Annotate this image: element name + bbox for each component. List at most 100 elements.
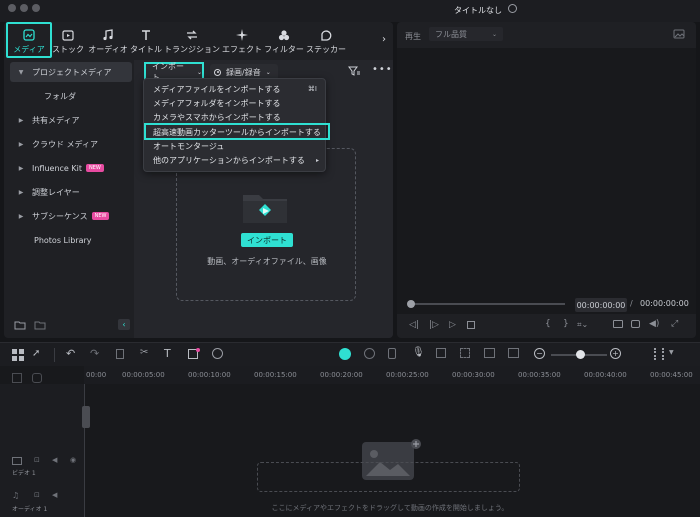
audio-track-icon: ♫ xyxy=(12,491,20,500)
expand-caret-icon: ▶ xyxy=(18,212,24,220)
record-icon xyxy=(214,68,221,76)
menu-item-import-media-folder[interactable]: メディアフォルダをインポートする xyxy=(144,96,325,110)
audio-mix-icon[interactable] xyxy=(436,348,446,358)
sidebar-item-adjustment-layer[interactable]: ▶ 調整レイヤー xyxy=(10,182,132,202)
sidebar-item-label: サブシーケンス xyxy=(32,211,88,221)
undo-icon[interactable]: ↶ xyxy=(66,347,75,360)
timeline-toolbar: ➚ ↶ ↷ ✂ T 🎙 − + ▼ xyxy=(0,342,700,366)
document-title: タイトルなし xyxy=(454,6,502,15)
sidebar-item-project-media[interactable]: ▼ プロジェクトメディア xyxy=(10,62,132,82)
menu-item-highlight xyxy=(144,123,330,140)
mark-out-icon[interactable]: } xyxy=(563,319,569,329)
shield-icon[interactable] xyxy=(388,348,396,359)
menu-item-import-media-files[interactable]: メディアファイルをインポートする ⌘I xyxy=(144,82,325,96)
timeline-ruler[interactable]: 00:00 00:00:05:00 00:00:10:00 00:00:15:0… xyxy=(84,366,700,384)
close-window-button[interactable] xyxy=(8,4,16,12)
tab-effects[interactable]: エフェクト xyxy=(222,26,262,58)
select-pointer-icon[interactable]: ➚ xyxy=(32,348,40,359)
playhead[interactable] xyxy=(84,384,85,517)
snapshot-icon[interactable] xyxy=(673,29,685,39)
cut-scissors-icon[interactable]: ✂ xyxy=(140,347,148,358)
pip-icon[interactable] xyxy=(484,348,495,358)
preview-viewer[interactable] xyxy=(397,48,696,314)
sidebar-item-label: 共有メディア xyxy=(32,115,80,125)
add-track-icon[interactable] xyxy=(12,373,22,383)
play-back-icon[interactable]: |▷ xyxy=(429,320,439,330)
tab-stickers-label: ステッカー xyxy=(306,45,346,54)
tab-transitions-label: トランジション xyxy=(164,45,220,54)
quality-dropdown[interactable]: フル品質 ⌄ xyxy=(429,27,503,41)
ai-effect-icon[interactable] xyxy=(460,348,470,358)
text-tool-icon[interactable]: T xyxy=(164,347,171,360)
preview-scrubber-track[interactable] xyxy=(411,303,565,305)
timeline-hint: ここにメディアやエフェクトをドラッグして動画の作成を開始しましょう。 xyxy=(271,504,509,512)
zoom-in-icon[interactable]: + xyxy=(610,348,621,359)
mute-icon[interactable]: ◀ xyxy=(52,491,57,499)
more-options-icon[interactable]: ••• xyxy=(372,64,393,75)
camera-snapshot-icon[interactable] xyxy=(631,320,640,328)
sidebar-item-label: 調整レイヤー xyxy=(32,187,80,197)
menu-item-import-from-other-apps[interactable]: 他のアプリケーションからインポートする ▸ xyxy=(144,153,325,167)
minimize-window-button[interactable] xyxy=(20,4,28,12)
tab-stickers[interactable]: ステッカー xyxy=(306,26,346,58)
drop-zone-caption: 動画、オーディオファイル、画像 xyxy=(207,257,327,266)
ai-assistant-icon[interactable] xyxy=(339,348,351,360)
sidebar-item-photos-library[interactable]: Photos Library xyxy=(10,230,132,250)
sidebar-item-cloud-media[interactable]: ▶ クラウド メディア xyxy=(10,134,132,154)
playback-render-icon[interactable] xyxy=(364,348,375,359)
filter-sort-icon[interactable] xyxy=(348,66,360,76)
microphone-icon[interactable]: 🎙 xyxy=(412,347,425,358)
link-icon[interactable] xyxy=(32,373,42,383)
lock-icon[interactable]: ⊡ xyxy=(34,491,40,499)
sidebar-item-shared-media[interactable]: ▶ 共有メディア xyxy=(10,110,132,130)
fullscreen-icon[interactable]: ⤢ xyxy=(671,319,678,329)
menu-item-auto-montage[interactable]: オートモンタージュ xyxy=(144,139,325,153)
layout-grid-icon[interactable] xyxy=(12,349,24,361)
tabs-scroll-right-icon[interactable]: › xyxy=(382,34,386,45)
volume-icon[interactable]: ◀) xyxy=(649,319,659,329)
preview-scrubber-handle[interactable] xyxy=(407,300,415,308)
delete-trash-icon[interactable] xyxy=(116,349,124,359)
collapse-sidebar-button[interactable]: ‹ xyxy=(118,319,130,330)
playhead-handle[interactable] xyxy=(82,406,90,428)
tab-stock[interactable]: ストック xyxy=(51,26,85,58)
tab-audio[interactable]: オーディオ xyxy=(88,26,128,58)
drop-import-button[interactable]: インポート xyxy=(241,233,293,247)
chevron-down-icon: ⌄ xyxy=(265,68,271,76)
new-folder-icon[interactable] xyxy=(14,320,26,330)
media-tabs-bar: メディア ストック オーディオ タイトル トランジション エフェクト フィルター xyxy=(4,22,393,60)
folder-icon[interactable] xyxy=(34,320,46,330)
sidebar-item-influence-kit[interactable]: ▶ Influence Kit NEW xyxy=(10,158,132,178)
sidebar-item-subsequence[interactable]: ▶ サブシーケンス NEW xyxy=(10,206,132,226)
zoom-slider-handle[interactable] xyxy=(576,350,585,359)
tab-transitions[interactable]: トランジション xyxy=(164,26,220,58)
menu-item-label: オートモンタージュ xyxy=(153,141,225,151)
redo-icon[interactable]: ↷ xyxy=(90,347,99,360)
play-icon[interactable]: ▷ xyxy=(449,320,456,330)
zoom-window-button[interactable] xyxy=(32,4,40,12)
color-palette-icon[interactable] xyxy=(212,348,223,359)
menu-item-import-from-camera[interactable]: カメラやスマホからインポートする xyxy=(144,110,325,124)
lock-icon[interactable]: ⊡ xyxy=(34,456,40,464)
transition-icon xyxy=(187,30,197,40)
preview-panel: 再生 フル品質 ⌄ 00:00:00:00 / 00:00:00:00 ◁| |… xyxy=(397,22,696,338)
split-dropdown-icon[interactable]: ⌗⌄ xyxy=(577,320,588,330)
stop-icon[interactable] xyxy=(467,321,475,329)
prev-frame-icon[interactable]: ◁| xyxy=(409,320,419,330)
display-icon[interactable] xyxy=(613,320,623,328)
chevron-down-icon[interactable]: ▼ xyxy=(669,349,674,356)
tab-titles[interactable]: タイトル xyxy=(130,26,162,58)
ruler-tick-label: 00:00:30:00 xyxy=(452,371,495,379)
tab-filters[interactable]: フィルター xyxy=(264,26,304,58)
mark-in-icon[interactable]: { xyxy=(545,319,551,329)
timeline-drop-zone[interactable] xyxy=(257,462,520,492)
timeline-settings-icon[interactable] xyxy=(654,348,664,360)
menu-item-label: メディアファイルをインポートする xyxy=(153,84,281,94)
tab-media[interactable]: メディア xyxy=(10,26,48,58)
mute-icon[interactable]: ◀ xyxy=(52,456,57,464)
import-menu: メディアファイルをインポートする ⌘I メディアフォルダをインポートする カメラ… xyxy=(143,78,330,172)
eye-icon[interactable]: ◉ xyxy=(70,456,76,464)
subtitle-icon[interactable] xyxy=(508,348,519,358)
sidebar-item-folder[interactable]: フォルダ xyxy=(10,86,132,106)
zoom-out-icon[interactable]: − xyxy=(534,348,545,359)
